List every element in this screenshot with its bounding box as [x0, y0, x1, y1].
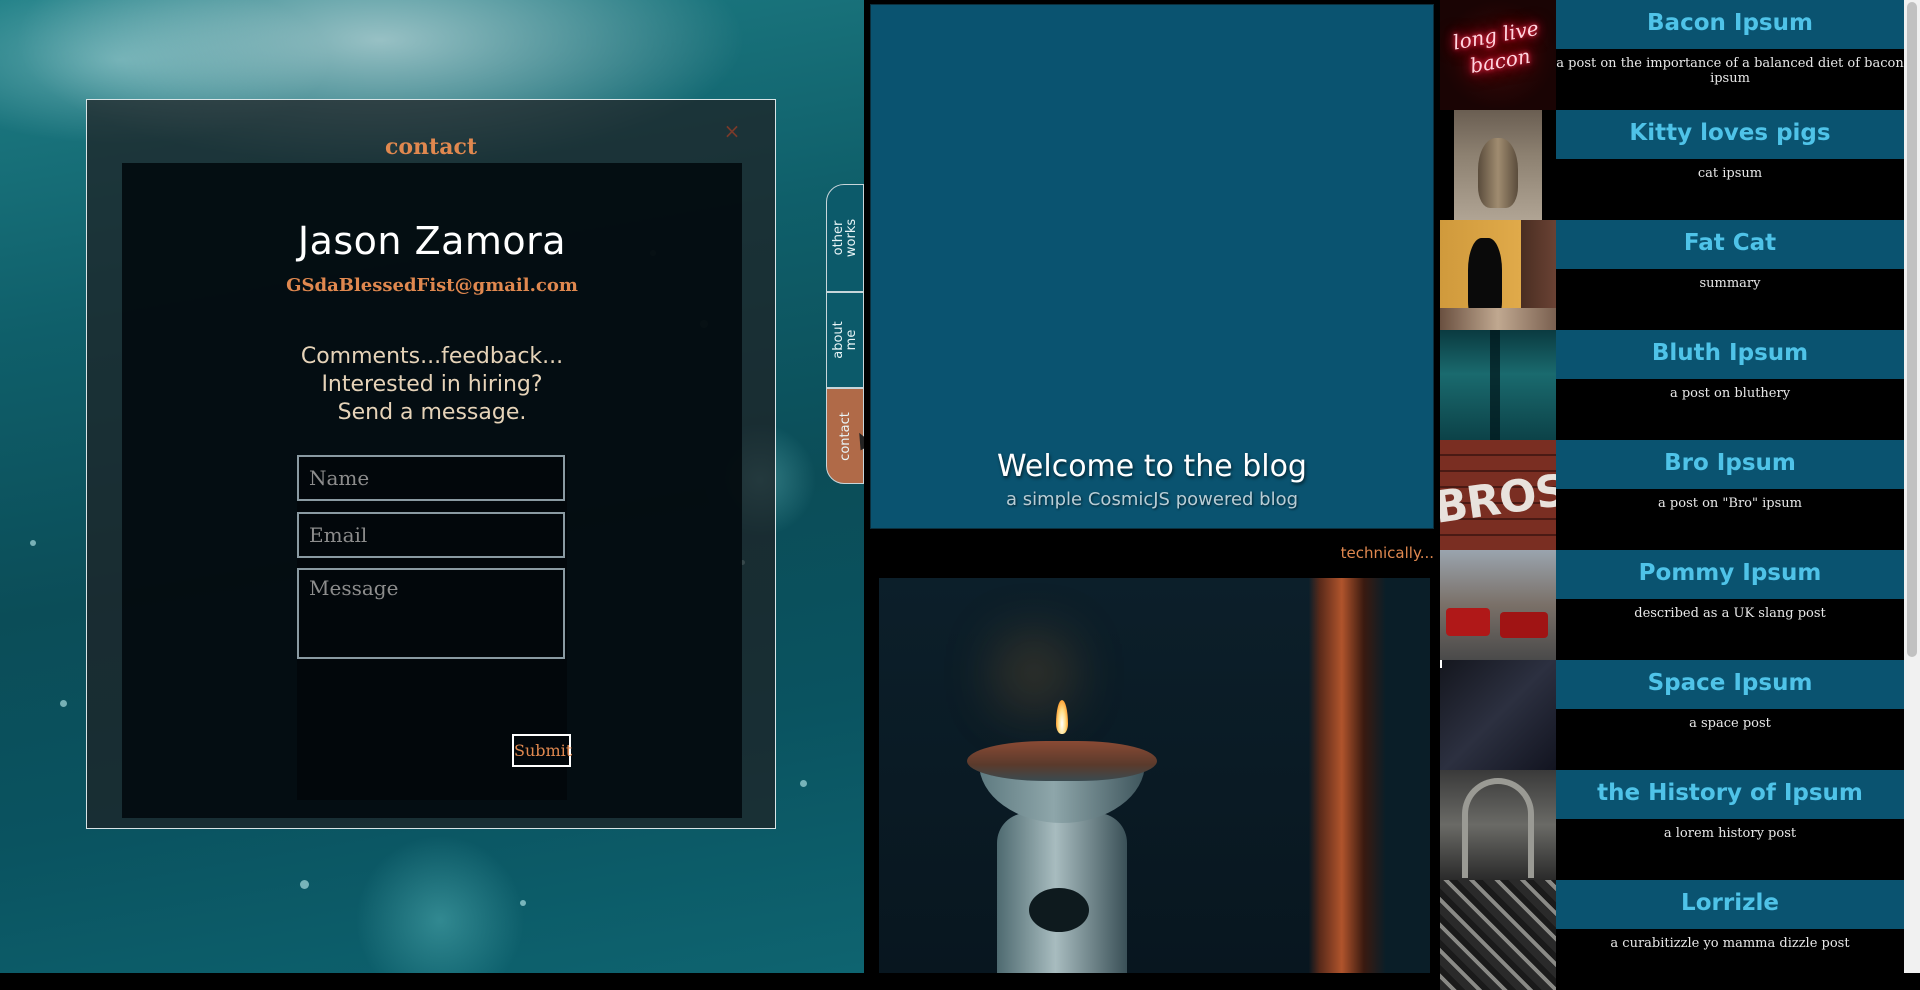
contact-name: Jason Zamora — [297, 219, 567, 263]
wall-stain — [1490, 330, 1500, 440]
post-title[interactable]: Pommy Ipsum — [1556, 550, 1904, 599]
bubble — [300, 880, 309, 889]
contact-prompt: Comments...feedback... Interested in hir… — [122, 343, 742, 427]
blog-tagline: technically... — [1340, 544, 1434, 562]
post-item[interactable]: Lorrizle a curabitizzle yo mamma dizzle … — [1440, 880, 1904, 990]
neon-sign-text: long live bacon — [1451, 15, 1541, 78]
post-item[interactable]: the History of Ipsum a lorem history pos… — [1440, 770, 1904, 880]
post-summary: a space post — [1689, 716, 1771, 731]
cushion — [1440, 308, 1556, 330]
contact-card: Jason Zamora GSdaBlessedFist@gmail.com C… — [122, 163, 742, 818]
post-title[interactable]: Lorrizle — [1556, 880, 1904, 929]
star — [1440, 666, 1442, 668]
candle-holder-hole — [1029, 888, 1089, 932]
close-icon[interactable]: × — [721, 120, 743, 142]
page-scrollbar[interactable] — [1904, 0, 1920, 973]
red-bus — [1500, 612, 1548, 638]
post-thumbnail — [1440, 770, 1556, 880]
candle-holder-rim — [967, 741, 1157, 781]
post-thumbnail — [1440, 220, 1556, 330]
post-list: long live bacon Bacon Ipsum a post on th… — [1440, 0, 1904, 990]
post-thumbnail — [1440, 550, 1556, 660]
submit-button[interactable]: Submit — [512, 734, 572, 767]
post-title[interactable]: Space Ipsum — [1556, 660, 1904, 709]
post-summary: cat ipsum — [1697, 166, 1763, 181]
contact-modal: contact × Jason Zamora GSdaBlessedFist@g… — [86, 99, 776, 829]
blog-main: Welcome to the blog a simple CosmicJS po… — [864, 0, 1440, 973]
bubble — [800, 780, 807, 787]
blog-subtitle: a simple CosmicJS powered blog — [1005, 489, 1299, 510]
prompt-line: Interested in hiring? — [321, 372, 543, 397]
red-bus — [1446, 608, 1490, 636]
tab-label: about me — [831, 321, 860, 359]
post-title[interactable]: Bacon Ipsum — [1556, 0, 1904, 49]
post-title[interactable]: Bluth Ipsum — [1556, 330, 1904, 379]
post-summary: a post on bluthery — [1669, 386, 1791, 401]
stone-arch — [1462, 778, 1534, 878]
post-title[interactable]: Bro Ipsum — [1556, 440, 1904, 489]
cat-silhouette — [1468, 238, 1502, 318]
post-thumbnail — [1440, 880, 1556, 990]
message-textarea[interactable] — [297, 568, 565, 659]
post-summary: described as a UK slang post — [1634, 606, 1826, 621]
post-item[interactable]: BROS Bro Ipsum a post on "Bro" ipsum — [1440, 440, 1904, 550]
post-thumbnail: long live bacon — [1440, 0, 1556, 110]
ocean-background: contact × Jason Zamora GSdaBlessedFist@g… — [0, 0, 864, 973]
post-title[interactable]: Fat Cat — [1556, 220, 1904, 269]
prompt-line: Comments...feedback... — [300, 344, 564, 369]
blog-title: Welcome to the blog — [997, 449, 1307, 484]
prompt-line: Send a message. — [337, 400, 527, 425]
post-thumbnail: BROS — [1440, 440, 1556, 550]
post-summary: a post on "Bro" ipsum — [1658, 496, 1802, 511]
scrollbar-thumb[interactable] — [1907, 2, 1917, 657]
candle-flame-icon — [1056, 700, 1068, 734]
name-input[interactable] — [297, 455, 565, 501]
bubble — [60, 700, 67, 707]
featured-post-image[interactable] — [879, 578, 1430, 973]
tab-label: other works — [831, 218, 860, 258]
bros-sign-text: BROS — [1440, 464, 1556, 534]
post-summary: a lorem history post — [1663, 826, 1797, 841]
contact-title: contact — [384, 134, 478, 160]
bubble — [520, 900, 526, 906]
post-item[interactable]: Kitty loves pigs cat ipsum — [1440, 110, 1904, 220]
tab-other-works[interactable]: other works — [826, 184, 864, 292]
post-summary: a curabitizzle yo mamma dizzle post — [1610, 936, 1850, 951]
post-summary: a post on the importance of a balanced d… — [1556, 56, 1904, 86]
blog-hero: Welcome to the blog a simple CosmicJS po… — [870, 4, 1434, 529]
bubble — [30, 540, 36, 546]
tab-about-me[interactable]: about me — [826, 292, 864, 388]
post-item[interactable]: Bluth Ipsum a post on bluthery — [1440, 330, 1904, 440]
post-summary: summary — [1699, 276, 1761, 291]
post-item[interactable]: Fat Cat summary — [1440, 220, 1904, 330]
email-input[interactable] — [297, 512, 565, 558]
post-title[interactable]: the History of Ipsum — [1556, 770, 1904, 819]
post-thumbnail — [1440, 330, 1556, 440]
post-thumbnail — [1440, 110, 1556, 220]
post-item[interactable]: long live bacon Bacon Ipsum a post on th… — [1440, 0, 1904, 110]
post-title[interactable]: Kitty loves pigs — [1556, 110, 1904, 159]
kitten-shape — [1478, 138, 1518, 208]
post-item[interactable]: Pommy Ipsum described as a UK slang post — [1440, 550, 1904, 660]
contact-email-link[interactable]: GSdaBlessedFist@gmail.com — [122, 275, 742, 296]
post-thumbnail — [1440, 660, 1556, 770]
post-item[interactable]: Space Ipsum a space post — [1440, 660, 1904, 770]
tab-label: contact — [837, 411, 853, 461]
